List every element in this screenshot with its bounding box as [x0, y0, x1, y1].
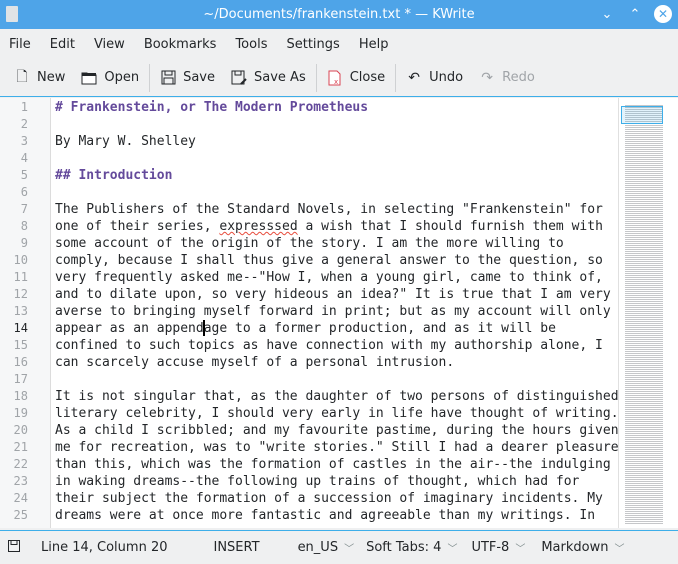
text-line[interactable]: some account of the origin of the story.… [55, 235, 564, 252]
document-modified-icon [8, 539, 22, 556]
menu-settings[interactable]: Settings [285, 37, 349, 52]
text-line[interactable]: ## Introduction [55, 167, 172, 184]
line-number: 21 [13, 440, 28, 454]
close-button[interactable]: x Close [319, 63, 393, 93]
text-line[interactable]: confined to such topics as have connecti… [55, 337, 603, 354]
app-icon [6, 6, 18, 22]
line-number: 20 [13, 423, 28, 437]
text-line[interactable]: can scarcely accuse myself of a personal… [55, 354, 454, 371]
text-line[interactable]: The Publishers of the Standard Novels, i… [55, 201, 603, 218]
new-document-icon: 🗋 [16, 68, 28, 85]
text-line[interactable]: comply, because I shall thus give a gene… [55, 252, 603, 269]
text-line[interactable]: their subject the formation of a success… [55, 490, 603, 507]
window-title: ~/Documents/frankenstein.txt * — KWrite [203, 7, 475, 22]
text-line[interactable]: It is not singular that, as the daughter… [55, 388, 619, 405]
line-number: 2 [20, 117, 28, 131]
toolbar-separator [315, 63, 317, 92]
folder-icon [81, 70, 97, 86]
toolbar: 🗋 New Open Save Save As x Close ↶ Undo ↷ Red… [0, 59, 678, 97]
save-icon [160, 70, 176, 86]
line-number: 22 [13, 457, 28, 471]
line-number: 14 [13, 321, 28, 335]
line-number: 6 [20, 185, 28, 199]
language-dropdown[interactable]: en_US ﹀ [298, 540, 355, 555]
menu-help[interactable]: Help [358, 37, 399, 52]
text-line[interactable]: As a child I scribbled; and my favourite… [55, 422, 619, 439]
line-number: 19 [13, 406, 28, 420]
status-bar: Line 14, Column 20 INSERT en_US ﹀ Soft Ta… [0, 530, 678, 564]
redo-button[interactable]: ↷ Redo [471, 63, 543, 93]
line-number-gutter: 1 2 3 4 5 6 7 8 9 10 11 12 13 14 15 16 17 18 19 20 21 22 23 24 2… [0, 98, 51, 528]
minimap-viewport[interactable] [621, 106, 663, 124]
text-line[interactable]: appear as an appendage to a former produ… [55, 320, 556, 337]
input-mode[interactable]: INSERT [214, 540, 260, 555]
redo-icon: ↷ [481, 69, 493, 86]
save-as-icon [231, 70, 247, 86]
line-number: 24 [13, 491, 28, 505]
line-number: 5 [20, 168, 28, 182]
line-number: 12 [13, 287, 28, 301]
new-button[interactable]: 🗋 New [6, 63, 73, 93]
indentation-dropdown[interactable]: Soft Tabs: 4 ﹀ [366, 540, 457, 555]
text-line[interactable]: # Frankenstein, or The Modern Prometheus [55, 99, 368, 116]
line-number: 13 [13, 304, 28, 318]
line-number: 11 [13, 270, 28, 284]
chevron-down-icon: ﹀ [344, 544, 355, 555]
menu-tools[interactable]: Tools [234, 37, 277, 52]
open-button[interactable]: Open [73, 63, 147, 93]
undo-icon: ↶ [408, 69, 421, 86]
title-bar: ~/Documents/frankenstein.txt * — KWrite … [0, 0, 678, 29]
line-number: 17 [13, 372, 28, 386]
chevron-down-icon: ﹀ [614, 544, 625, 555]
menu-file[interactable]: File [8, 37, 41, 52]
line-number: 25 [13, 508, 28, 522]
chevron-down-icon: ﹀ [447, 544, 458, 555]
text-line[interactable]: in waking dreams--the following up train… [55, 473, 579, 490]
text-line[interactable]: one of their series, expresssed a wish t… [55, 218, 603, 235]
misspelled-word[interactable]: expresssed [219, 219, 297, 234]
undo-button[interactable]: ↶ Undo [398, 63, 471, 93]
close-window-button[interactable]: ✕ [654, 5, 672, 23]
syntax-dropdown[interactable]: Markdown ﹀ [541, 540, 624, 555]
line-number: 4 [20, 151, 28, 165]
save-button[interactable]: Save [152, 63, 223, 93]
menu-edit[interactable]: Edit [49, 37, 85, 52]
line-number: 23 [13, 474, 28, 488]
cursor-position[interactable]: Line 14, Column 20 [41, 540, 168, 555]
line-number: 15 [13, 338, 28, 352]
text-cursor [202, 320, 205, 336]
line-number: 16 [13, 355, 28, 369]
menu-bookmarks[interactable]: Bookmarks [143, 37, 227, 52]
menu-bar: File Edit View Bookmarks Tools Settings … [0, 29, 678, 59]
text-line[interactable]: me for recreation, was to "write stories… [55, 439, 619, 456]
text-line[interactable]: By Mary W. Shelley [55, 133, 196, 150]
line-number: 9 [20, 236, 28, 250]
menu-view[interactable]: View [93, 37, 135, 52]
line-number: 10 [13, 253, 28, 267]
text-line[interactable]: and to dilate upon, so very hideous an i… [55, 286, 611, 303]
chevron-down-icon: ﹀ [515, 544, 526, 555]
text-line[interactable]: dreams were at once more fantastic and a… [55, 507, 595, 524]
minimap-content [625, 104, 663, 524]
line-number: 3 [20, 134, 28, 148]
toolbar-separator [395, 63, 397, 92]
save-as-button[interactable]: Save As [223, 63, 314, 93]
text-editor[interactable]: 1 2 3 4 5 6 7 8 9 10 11 12 13 14 15 16 17 18 19 20 21 22 23 24 2… [0, 98, 678, 528]
line-number: 18 [13, 389, 28, 403]
close-document-icon: x [327, 70, 343, 86]
text-line[interactable]: literary celebrity, I should very early … [55, 405, 619, 422]
maximize-button[interactable]: ⌃ [626, 4, 644, 24]
encoding-dropdown[interactable]: UTF-8 ﹀ [471, 540, 525, 555]
text-line[interactable]: averse to bringing myself forward in pri… [55, 303, 611, 320]
text-line[interactable]: than this, which was the formation of ca… [55, 456, 611, 473]
minimize-button[interactable]: ⌄ [598, 4, 616, 24]
line-number: 7 [20, 202, 28, 216]
text-line[interactable]: very frequently asked me--"How I, when a… [55, 269, 603, 286]
toolbar-separator [149, 63, 151, 92]
line-number: 8 [20, 219, 28, 233]
svg-text:x: x [334, 78, 338, 86]
minimap-scrollbar[interactable] [618, 98, 678, 528]
line-number: 1 [20, 100, 28, 114]
